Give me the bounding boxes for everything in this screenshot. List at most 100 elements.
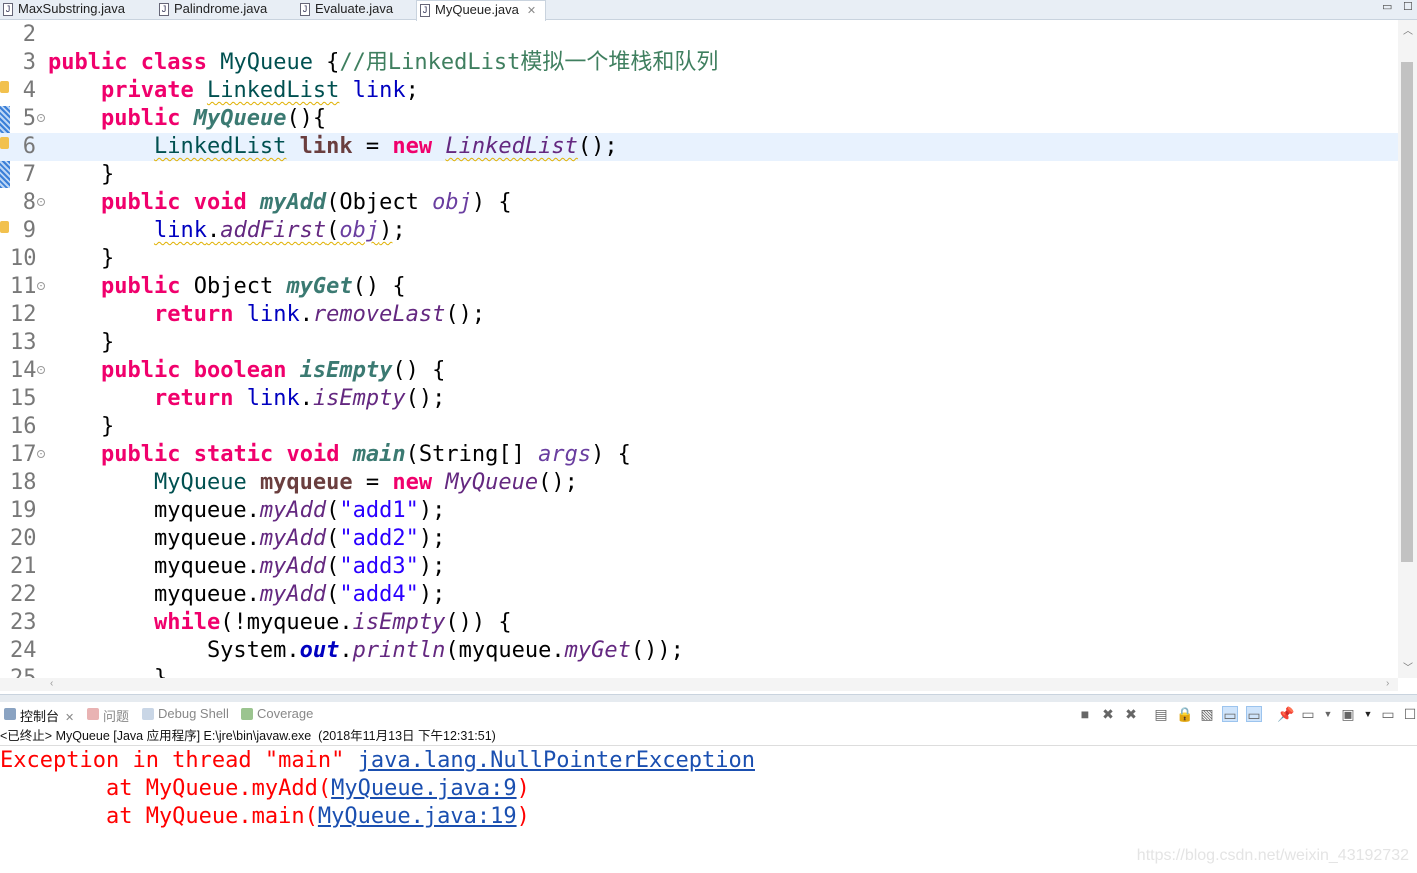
code-text: LinkedList link = new LinkedList(); xyxy=(48,133,618,161)
code-token: ; xyxy=(392,218,406,243)
minimize-icon[interactable]: ▭ xyxy=(1382,0,1392,13)
code-text: return link.removeLast(); xyxy=(48,301,485,329)
code-line[interactable]: 16 } xyxy=(0,413,1398,441)
code-line[interactable]: 25 } xyxy=(0,665,1398,678)
scroll-left-icon[interactable]: ‹ xyxy=(50,678,53,689)
open-console-icon[interactable]: ▣ xyxy=(1340,706,1356,722)
tab-myqueue[interactable]: J MyQueue.java ✕ xyxy=(416,0,546,21)
code-text: } xyxy=(48,413,114,441)
code-line[interactable]: 22 myqueue.myAdd("add4"); xyxy=(0,581,1398,609)
horizontal-scrollbar[interactable]: ‹ › xyxy=(0,678,1398,691)
stacktrace-link[interactable]: MyQueue.java:19 xyxy=(318,804,517,829)
code-line[interactable]: 7 } xyxy=(0,161,1398,189)
code-token: ) { xyxy=(471,190,512,215)
warning-icon[interactable] xyxy=(0,137,9,149)
scroll-right-icon[interactable]: › xyxy=(1386,678,1389,689)
code-line[interactable]: 9 link.addFirst(obj); xyxy=(0,217,1398,245)
dropdown-icon[interactable]: ▼ xyxy=(1320,706,1336,722)
scroll-down-icon[interactable]: ﹀ xyxy=(1403,659,1413,674)
tab-evaluate[interactable]: J Evaluate.java xyxy=(297,0,415,20)
close-tab-icon[interactable]: ✕ xyxy=(65,712,74,724)
fold-icon[interactable]: - xyxy=(37,450,45,458)
tab-coverage[interactable]: Coverage xyxy=(239,706,313,721)
code-line[interactable]: 11- public Object myGet() { xyxy=(0,273,1398,301)
code-line[interactable]: 12 return link.removeLast(); xyxy=(0,301,1398,329)
panel-divider[interactable] xyxy=(0,694,1417,702)
code-line[interactable]: 10 } xyxy=(0,245,1398,273)
maximize-icon[interactable]: ☐ xyxy=(1402,706,1417,722)
code-text: link.addFirst(obj); xyxy=(48,217,406,245)
code-line[interactable]: 17- public static void main(String[] arg… xyxy=(0,441,1398,469)
editor-tab-bar: J MaxSubstring.java J Palindrome.java J Eva… xyxy=(0,0,1417,21)
code-line[interactable]: 2 xyxy=(0,21,1398,49)
code-token: isEmpty xyxy=(352,610,446,635)
code-token: MyQueue xyxy=(193,106,287,131)
code-text: public static void main(String[] args) { xyxy=(48,441,631,469)
code-token: Object xyxy=(180,274,287,299)
remove-all-launches-icon[interactable]: ✖ xyxy=(1123,706,1139,722)
code-line[interactable]: 23 while(!myqueue.isEmpty()) { xyxy=(0,609,1398,637)
tab-maxsubstring[interactable]: J MaxSubstring.java xyxy=(0,0,150,20)
show-console-on-output-icon[interactable]: ▭ xyxy=(1222,706,1238,723)
code-line[interactable]: 14- public boolean isEmpty() { xyxy=(0,357,1398,385)
code-token: new xyxy=(392,470,433,495)
code-line[interactable]: 3 public class MyQueue {//用LinkedList模拟一个… xyxy=(0,49,1398,77)
tab-palindrome[interactable]: J Palindrome.java xyxy=(156,0,296,20)
maximize-icon[interactable]: ☐ xyxy=(1403,0,1413,13)
console-tab-bar: 控制台 ✕ 问题 Debug Shell Coverage ■ ✖ ✖ ▤ 🔒 ▧… xyxy=(0,702,1417,726)
code-editor[interactable]: 2 3 public class MyQueue {//用LinkedList模拟一… xyxy=(0,20,1417,678)
line-number: 12 xyxy=(10,302,37,327)
terminate-icon[interactable]: ■ xyxy=(1077,706,1093,722)
code-line[interactable]: 5- public MyQueue(){ xyxy=(0,105,1398,133)
code-token: removeLast xyxy=(312,302,446,327)
scroll-up-icon[interactable]: ︿ xyxy=(1403,22,1413,37)
stacktrace-link[interactable]: java.lang.NullPointerException xyxy=(358,748,755,773)
code-token: myGet xyxy=(286,274,353,299)
close-tab-icon[interactable]: ✕ xyxy=(527,5,536,17)
code-line[interactable]: 18 MyQueue myqueue = new MyQueue(); xyxy=(0,469,1398,497)
pin-console-icon[interactable]: 📌 xyxy=(1277,706,1294,722)
clear-console-icon[interactable]: ▤ xyxy=(1153,706,1169,722)
line-number: 16 xyxy=(10,414,37,439)
code-line[interactable]: 4 private LinkedList link; xyxy=(0,77,1398,105)
show-console-on-error-icon[interactable]: ▭ xyxy=(1246,706,1262,723)
warning-icon[interactable] xyxy=(0,221,9,233)
fold-icon[interactable]: - xyxy=(37,198,45,206)
vertical-scrollbar[interactable]: ︿ ﹀ xyxy=(1398,20,1417,678)
code-line[interactable]: 8- public void myAdd(Object obj) { xyxy=(0,189,1398,217)
stacktrace-link[interactable]: MyQueue.java:9 xyxy=(331,776,516,801)
code-token: (){ xyxy=(286,106,327,131)
code-text: public MyQueue(){ xyxy=(48,105,326,133)
tab-problems[interactable]: 问题 xyxy=(85,706,129,725)
display-console-icon[interactable]: ▭ xyxy=(1300,706,1316,722)
remove-launch-icon[interactable]: ✖ xyxy=(1100,706,1116,722)
code-line[interactable]: 20 myqueue.myAdd("add2"); xyxy=(0,525,1398,553)
warning-icon[interactable] xyxy=(0,81,9,93)
code-token: ( xyxy=(326,218,340,243)
fold-icon[interactable]: - xyxy=(37,366,45,374)
code-line[interactable]: 19 myqueue.myAdd("add1"); xyxy=(0,497,1398,525)
scroll-lock-icon[interactable]: 🔒 xyxy=(1176,706,1193,722)
code-line[interactable]: 15 return link.isEmpty(); xyxy=(0,385,1398,413)
fold-icon[interactable]: - xyxy=(37,282,45,290)
code-line[interactable]: 13 } xyxy=(0,329,1398,357)
scroll-thumb[interactable] xyxy=(1401,62,1413,562)
tab-console[interactable]: 控制台 ✕ xyxy=(2,706,74,725)
tab-debug-shell[interactable]: Debug Shell xyxy=(140,706,229,721)
code-line[interactable]: 24 System.out.println(myqueue.myGet()); xyxy=(0,637,1398,665)
word-wrap-icon[interactable]: ▧ xyxy=(1199,706,1215,722)
fold-icon[interactable]: - xyxy=(37,114,45,122)
code-text: public boolean isEmpty() { xyxy=(48,357,445,385)
code-token: LinkedList xyxy=(153,134,287,159)
code-line[interactable]: 21 myqueue.myAdd("add3"); xyxy=(0,553,1398,581)
dropdown-icon[interactable]: ▼ xyxy=(1360,706,1376,722)
code-token: while xyxy=(153,610,221,635)
minimize-icon[interactable]: ▭ xyxy=(1380,706,1396,722)
code-line[interactable]: 6 LinkedList link = new LinkedList(); xyxy=(0,133,1398,161)
code-token: public xyxy=(100,442,181,467)
